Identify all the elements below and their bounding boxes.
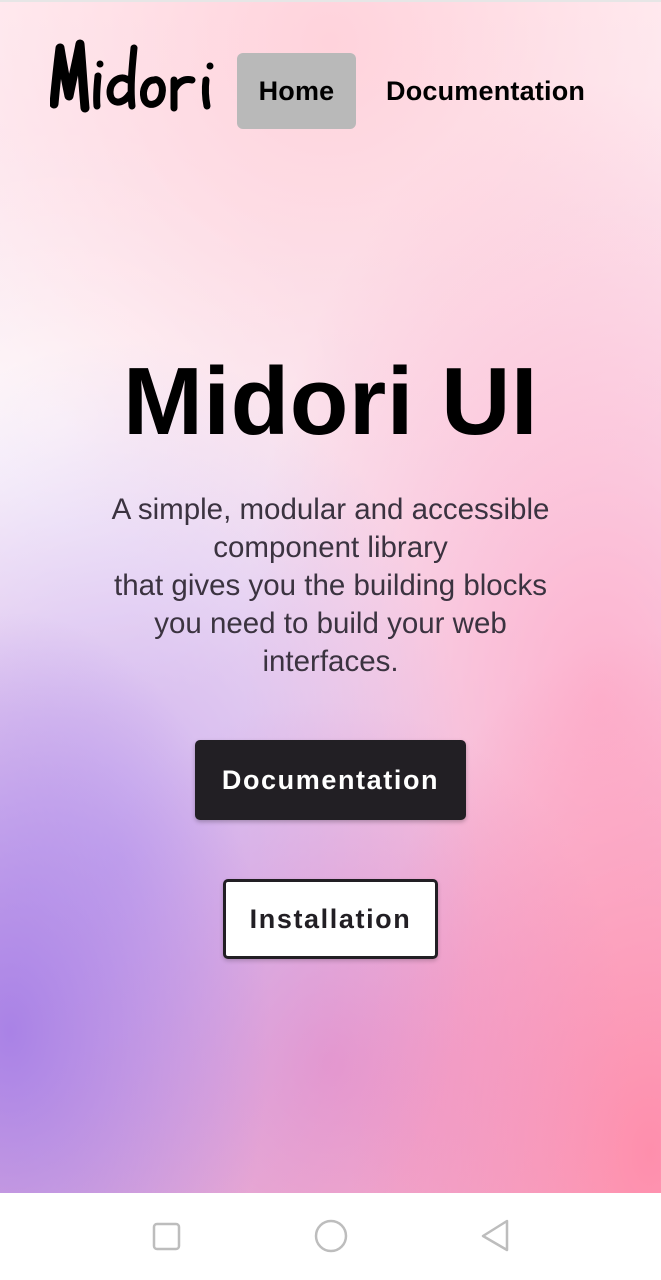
hero-description-line: component library <box>213 531 448 564</box>
hero-description-line: A simple, modular and accessible <box>111 493 550 526</box>
site-header: Home Documentation <box>0 2 661 142</box>
documentation-button[interactable]: Documentation <box>195 740 466 820</box>
home-circle-icon[interactable] <box>311 1215 351 1255</box>
hero-description-line: interfaces. <box>262 645 399 678</box>
app-screen: Home Documentation Midori UI A simple, m… <box>0 0 661 1193</box>
installation-button[interactable]: Installation <box>223 879 438 959</box>
recents-square-icon[interactable] <box>146 1215 186 1255</box>
recents-square-icon-graphic <box>152 1222 181 1251</box>
hero-description: A simple, modular and accessible compone… <box>80 491 581 681</box>
back-triangle-icon-graphic <box>481 1219 509 1252</box>
hero-description-line: that gives you the building blocks <box>114 569 547 602</box>
hero-title: Midori UI <box>122 348 539 455</box>
hero-description-line: you need to build your web <box>154 607 507 640</box>
midori-logo-mark <box>49 39 214 113</box>
home-circle-icon-graphic <box>314 1219 348 1253</box>
nav-documentation-link[interactable]: Documentation <box>386 76 585 107</box>
midori-logo[interactable] <box>49 30 238 120</box>
system-navigation-bar <box>0 1193 661 1280</box>
main-nav: Home Documentation <box>237 53 585 129</box>
back-triangle-icon[interactable] <box>477 1215 517 1255</box>
nav-home-link[interactable]: Home <box>237 53 356 129</box>
